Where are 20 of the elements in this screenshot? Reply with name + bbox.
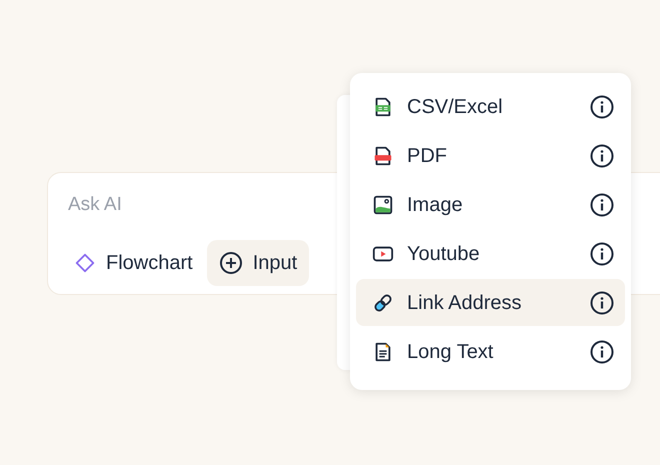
- menu-item[interactable]: PDF: [356, 132, 625, 179]
- menu-item[interactable]: Long Text: [356, 328, 625, 375]
- mode-chip[interactable]: Flowchart: [62, 240, 205, 286]
- mode-chip[interactable]: Input: [206, 240, 310, 286]
- menu-item[interactable]: CSV/Excel: [356, 83, 625, 130]
- info-icon[interactable]: [590, 242, 614, 266]
- info-icon[interactable]: [590, 290, 614, 314]
- image-icon: [372, 194, 394, 216]
- menu-item[interactable]: Link Address: [356, 279, 625, 326]
- prompt-input[interactable]: Ask AI: [68, 191, 318, 220]
- info-icon[interactable]: [590, 192, 614, 216]
- menu-item[interactable]: Youtube: [356, 230, 625, 277]
- menu-item[interactable]: Image: [356, 181, 625, 228]
- plus-circle-icon: [218, 250, 243, 274]
- info-icon[interactable]: [590, 94, 614, 118]
- diamond-icon: [74, 252, 96, 274]
- info-icon[interactable]: [590, 144, 614, 168]
- info-icon[interactable]: [590, 340, 614, 364]
- pdf-file-icon: [372, 144, 394, 166]
- link-icon: [372, 292, 394, 314]
